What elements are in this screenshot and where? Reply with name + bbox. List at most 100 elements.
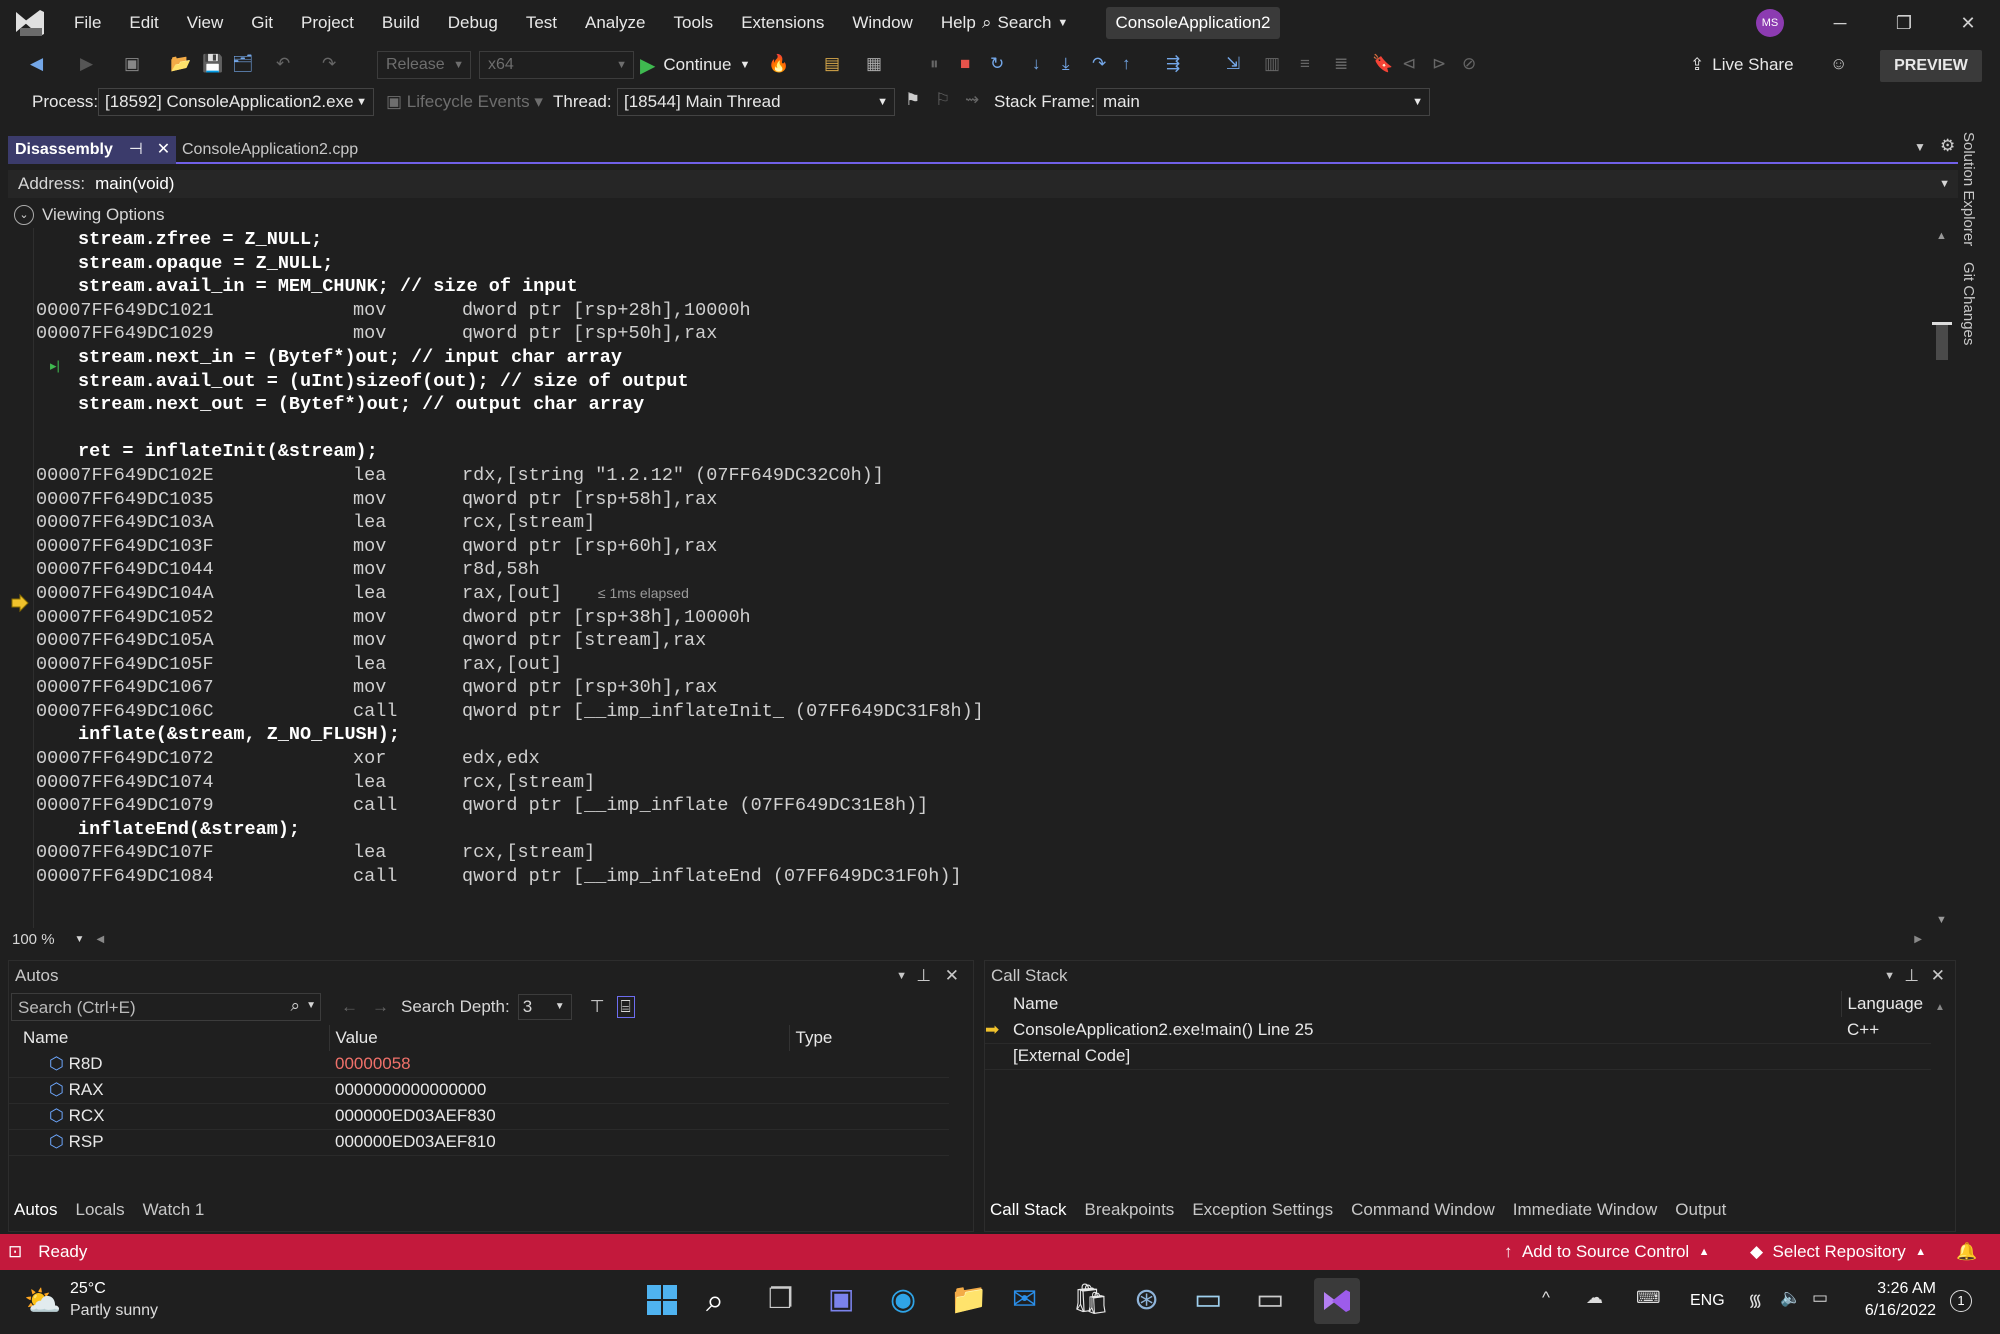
- chevron-down-icon[interactable]: ▼: [896, 961, 907, 991]
- show-hidden-icons[interactable]: ^: [1542, 1288, 1550, 1308]
- edge-icon[interactable]: ◉: [890, 1282, 930, 1322]
- step-into-specific-icon[interactable]: ⇶: [1166, 54, 1186, 74]
- avatar[interactable]: MS: [1756, 9, 1784, 37]
- minimize-button[interactable]: ─: [1812, 0, 1868, 46]
- forward-arrow-icon[interactable]: →: [372, 997, 389, 1017]
- callstack-row[interactable]: [External Code]: [985, 1043, 1931, 1069]
- thread-icon[interactable]: ▥: [1264, 54, 1284, 74]
- comment-icon[interactable]: ≡: [1300, 54, 1320, 74]
- tab-command-window[interactable]: Command Window: [1351, 1192, 1495, 1228]
- add-to-source-control[interactable]: ↑ Add to Source Control ▲: [1504, 1242, 1710, 1262]
- volume-icon[interactable]: 🔈: [1780, 1288, 1801, 1308]
- autos-row[interactable]: ⬡ RSP 000000ED03AEF810: [9, 1129, 949, 1155]
- notification-count[interactable]: 1: [1950, 1290, 1972, 1312]
- menu-git[interactable]: Git: [237, 0, 287, 46]
- run-to-cursor-icon[interactable]: ⇲: [1226, 54, 1246, 74]
- chat-icon[interactable]: ▣: [828, 1282, 868, 1322]
- pin-watch-icon[interactable]: ⊤: [590, 997, 605, 1017]
- restart-icon[interactable]: ↻: [990, 54, 1010, 74]
- col-value[interactable]: Value: [329, 1025, 790, 1051]
- tab-immediate-window[interactable]: Immediate Window: [1513, 1192, 1658, 1228]
- process-explorer-icon[interactable]: ▤: [824, 54, 844, 74]
- pin-icon[interactable]: ⊣: [129, 136, 143, 164]
- file-explorer-icon[interactable]: 📁: [950, 1282, 990, 1322]
- tab-source-file[interactable]: ConsoleApplication2.cpp: [182, 136, 358, 164]
- chevron-down-icon[interactable]: ▼: [1884, 961, 1895, 991]
- col-type[interactable]: Type: [789, 1025, 949, 1051]
- onedrive-icon[interactable]: ☁: [1586, 1288, 1603, 1308]
- autos-row[interactable]: ⬡ RCX 000000ED03AEF830: [9, 1103, 949, 1129]
- address-input[interactable]: main(void): [95, 174, 174, 194]
- search-depth-dropdown[interactable]: 3 ▼: [517, 994, 572, 1020]
- scroll-down-icon[interactable]: ▼: [1936, 914, 1947, 926]
- redo-icon[interactable]: ↷: [322, 54, 342, 74]
- open-file-icon[interactable]: 📂: [170, 54, 191, 74]
- run-to-click-icon[interactable]: ▸|: [50, 358, 60, 374]
- editor-vertical-scrollbar[interactable]: ▲ ▼: [1932, 230, 1952, 926]
- weather-icon[interactable]: ⛅: [24, 1284, 61, 1319]
- clear-bookmarks-icon[interactable]: ⊘: [1462, 54, 1482, 74]
- menu-test[interactable]: Test: [512, 0, 571, 46]
- chevron-down-icon[interactable]: ▼: [306, 1000, 316, 1011]
- scroll-thumb[interactable]: [1936, 324, 1948, 360]
- tab-breakpoints[interactable]: Breakpoints: [1085, 1192, 1175, 1228]
- scroll-left-icon[interactable]: ◀: [96, 934, 104, 945]
- col-name[interactable]: Name: [9, 1025, 330, 1051]
- tab-call-stack[interactable]: Call Stack: [990, 1192, 1067, 1228]
- solution-name[interactable]: ConsoleApplication2: [1106, 7, 1280, 39]
- callstack-row[interactable]: ➡ ConsoleApplication2.exe!main() Line 25 C…: [985, 1017, 1931, 1043]
- variable-value[interactable]: 00000058: [329, 1051, 789, 1077]
- close-icon[interactable]: ✕: [157, 136, 170, 164]
- live-share-button[interactable]: ⇪ Live Share: [1690, 51, 1794, 79]
- task-view-icon[interactable]: ❐: [768, 1282, 808, 1322]
- scroll-right-icon[interactable]: ▶: [1914, 934, 1922, 945]
- search-button[interactable]: ⌕ Search ▼: [982, 10, 1068, 36]
- menu-tools[interactable]: Tools: [660, 0, 728, 46]
- config-dropdown[interactable]: Release ▼: [377, 51, 471, 79]
- step-out-icon[interactable]: ↑: [1122, 54, 1142, 74]
- platform-dropdown[interactable]: x64 ▼: [479, 51, 634, 79]
- chevron-down-icon[interactable]: ▼: [1939, 178, 1950, 190]
- store-icon[interactable]: 🛍: [1072, 1282, 1112, 1322]
- flag-all-icon[interactable]: ⚐: [935, 90, 950, 110]
- continue-button[interactable]: ▶ Continue ▼: [640, 50, 750, 80]
- hot-reload-icon[interactable]: 🔥: [768, 54, 789, 74]
- close-button[interactable]: ✕: [1940, 0, 1996, 46]
- tab-autos[interactable]: Autos: [14, 1192, 57, 1228]
- pin-icon[interactable]: ⊥: [916, 961, 931, 991]
- tab-watch-1[interactable]: Watch 1: [143, 1192, 205, 1228]
- tab-exception-settings[interactable]: Exception Settings: [1192, 1192, 1333, 1228]
- stop-icon[interactable]: ■: [960, 54, 980, 74]
- chevron-down-icon[interactable]: ▼: [75, 934, 85, 945]
- hex-display-icon[interactable]: ⌸: [616, 996, 635, 1018]
- prev-bookmark-icon[interactable]: ⊲: [1402, 54, 1422, 74]
- layout-icon[interactable]: ▦: [866, 54, 886, 74]
- restore-button[interactable]: ❐: [1876, 0, 1932, 46]
- show-next-statement-icon[interactable]: ↓: [1032, 54, 1052, 74]
- input-language[interactable]: ENG: [1690, 1292, 1725, 1310]
- clock-time[interactable]: 3:26 AM: [1860, 1280, 1936, 1298]
- gear-icon[interactable]: ⚙: [1940, 136, 1955, 156]
- menu-edit[interactable]: Edit: [115, 0, 172, 46]
- wifi-icon[interactable]: ᯾: [1748, 1288, 1762, 1311]
- steam-icon[interactable]: ⊛: [1134, 1282, 1174, 1322]
- menu-project[interactable]: Project: [287, 0, 368, 46]
- menu-extensions[interactable]: Extensions: [727, 0, 838, 46]
- col-language[interactable]: Language: [1841, 991, 1931, 1017]
- variable-value[interactable]: 000000ED03AEF810: [329, 1129, 789, 1155]
- step-over-icon[interactable]: ↷: [1092, 54, 1112, 74]
- tab-output[interactable]: Output: [1675, 1192, 1726, 1228]
- lifecycle-events[interactable]: ▣ Lifecycle Events ▾: [386, 92, 543, 112]
- menu-build[interactable]: Build: [368, 0, 434, 46]
- back-arrow-icon[interactable]: ←: [341, 997, 358, 1017]
- undo-icon[interactable]: ↶: [276, 54, 296, 74]
- pin-icon[interactable]: ⊥: [1904, 961, 1919, 991]
- keyboard-icon[interactable]: ⌨: [1636, 1288, 1661, 1308]
- close-icon[interactable]: ✕: [1931, 961, 1945, 991]
- git-changes-tab[interactable]: Git Changes: [1960, 262, 1977, 345]
- notification-bell-icon[interactable]: 🔔: [1956, 1242, 1977, 1262]
- autos-search-input[interactable]: Search (Ctrl+E) ⌕ ▼: [11, 993, 321, 1021]
- process-dropdown[interactable]: [18592] ConsoleApplication2.exe ▼: [98, 88, 374, 116]
- step-into-icon[interactable]: ⤓: [1062, 54, 1082, 74]
- break-all-icon[interactable]: ⏸: [930, 54, 950, 74]
